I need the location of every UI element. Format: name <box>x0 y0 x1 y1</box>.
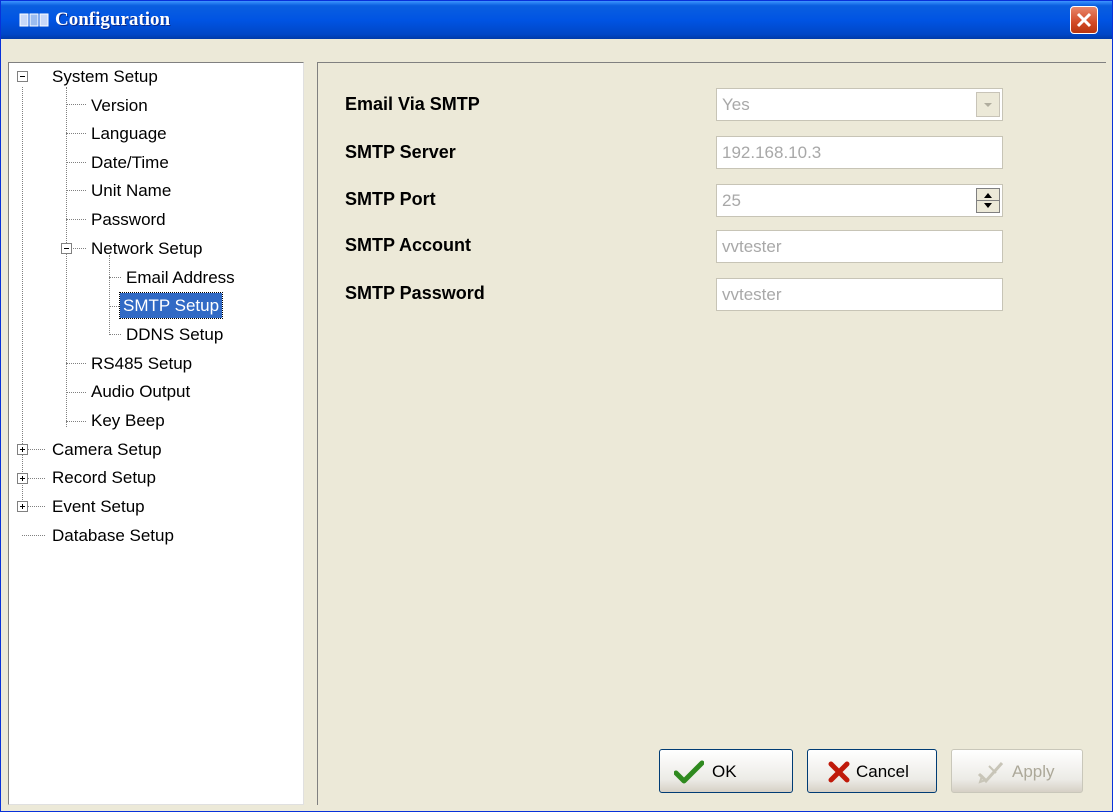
record-setup-expand-icon[interactable] <box>17 473 28 484</box>
tree-item-audio-output[interactable]: Audio Output <box>88 379 193 405</box>
apply-label: Apply <box>1012 762 1055 781</box>
smtp-settings-panel <box>317 62 1106 805</box>
tree-item-date-time[interactable]: Date/Time <box>88 150 172 176</box>
tree-item-smtp-setup[interactable]: SMTP Setup <box>118 292 224 319</box>
smtp-password-input[interactable]: vvtester <box>716 278 1003 311</box>
tree-item-camera-setup[interactable]: Camera Setup <box>49 437 165 463</box>
system-setup-collapse-icon[interactable] <box>17 71 28 82</box>
smtp-account-label: SMTP Account <box>345 235 472 255</box>
spin-down-icon[interactable] <box>977 201 999 212</box>
tree-item-email-address[interactable]: Email Address <box>123 265 238 291</box>
dropdown-button[interactable] <box>976 92 1000 117</box>
tree-item-language[interactable]: Language <box>88 121 170 147</box>
cancel-button[interactable]: Cancel <box>807 749 937 793</box>
port-spinner[interactable] <box>976 188 1000 213</box>
apply-button[interactable]: Apply <box>951 749 1083 793</box>
smtp-server-input[interactable]: 192.168.10.3 <box>716 136 1003 169</box>
email-via-smtp-select[interactable]: Yes <box>716 88 1003 121</box>
tree-item-ddns-setup[interactable]: DDNS Setup <box>123 322 226 348</box>
event-setup-expand-icon[interactable] <box>17 501 28 512</box>
smtp-port-label: SMTP Port <box>345 189 436 209</box>
tree-item-key-beep[interactable]: Key Beep <box>88 408 168 434</box>
apply-pencil-icon <box>977 762 1004 784</box>
tree-item-password[interactable]: Password <box>88 207 169 233</box>
tree-item-record-setup[interactable]: Record Setup <box>49 465 159 491</box>
tree-item-network-setup[interactable]: Network Setup <box>88 236 206 262</box>
tree-item-event-setup[interactable]: Event Setup <box>49 494 148 520</box>
tree-item-system-setup[interactable]: System Setup <box>49 64 161 90</box>
cancel-label: Cancel <box>856 762 909 781</box>
smtp-port-spinbox[interactable]: 25 <box>716 184 1003 217</box>
ok-label: OK <box>712 762 737 781</box>
app-icon <box>19 13 49 27</box>
close-button[interactable] <box>1070 6 1098 34</box>
camera-setup-expand-icon[interactable] <box>17 444 28 455</box>
smtp-port-value: 25 <box>722 191 741 210</box>
email-via-smtp-label: Email Via SMTP <box>345 94 480 114</box>
chevron-down-icon <box>984 103 992 107</box>
tree-item-version[interactable]: Version <box>88 93 151 119</box>
title-bar[interactable]: Configuration <box>1 1 1112 39</box>
smtp-account-input[interactable]: vvtester <box>716 230 1003 263</box>
network-setup-collapse-icon[interactable] <box>61 243 72 254</box>
checkmark-icon <box>674 760 704 784</box>
cross-icon <box>828 761 850 783</box>
settings-tree[interactable]: System Setup Version Language Date/Time … <box>8 62 304 805</box>
ok-button[interactable]: OK <box>659 749 793 793</box>
tree-item-rs485-setup[interactable]: RS485 Setup <box>88 351 195 377</box>
spin-up-icon[interactable] <box>977 189 999 200</box>
tree-item-unit-name[interactable]: Unit Name <box>88 178 174 204</box>
tree-item-database-setup[interactable]: Database Setup <box>49 523 177 549</box>
window-title: Configuration <box>55 9 171 30</box>
smtp-server-label: SMTP Server <box>345 142 456 162</box>
configuration-window: Configuration System Setup Version Langu… <box>0 0 1113 812</box>
email-via-smtp-value: Yes <box>722 95 750 114</box>
smtp-password-label: SMTP Password <box>345 283 485 303</box>
close-icon <box>1076 12 1092 28</box>
